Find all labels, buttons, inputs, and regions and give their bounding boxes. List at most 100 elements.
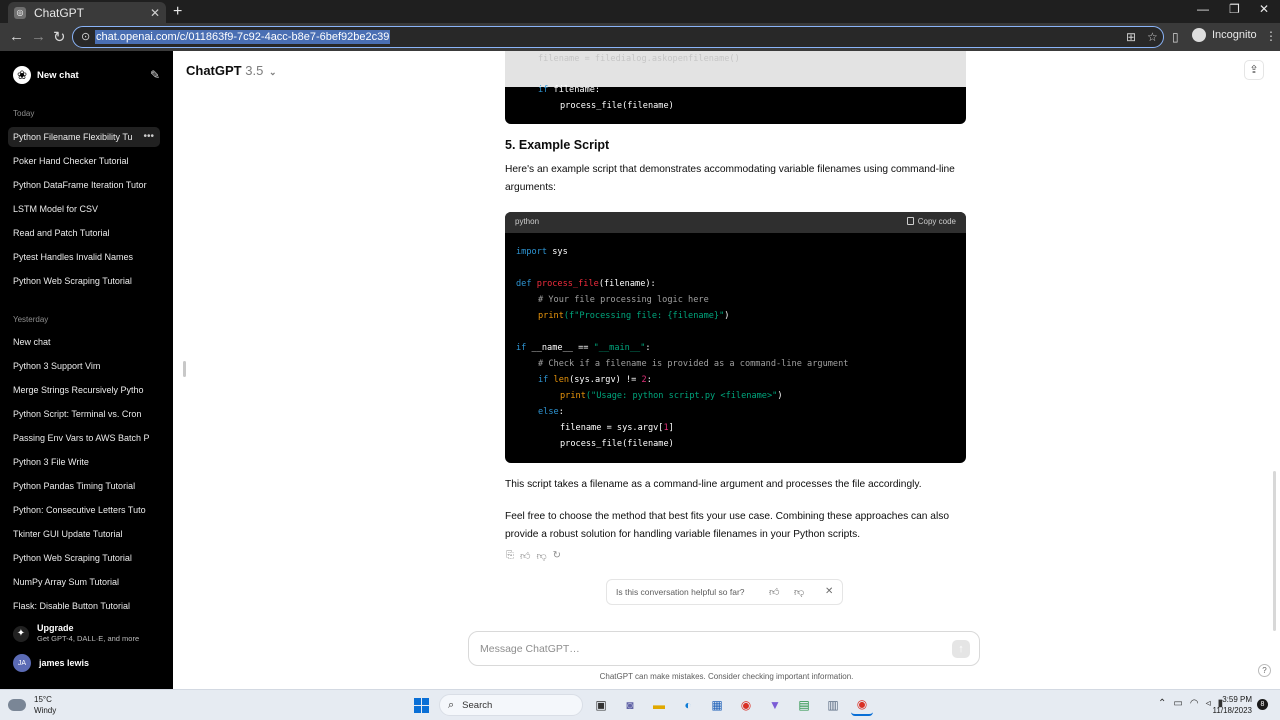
- chat-history-item[interactable]: Flask: Disable Button Tutorial: [8, 596, 160, 616]
- network-app-icon[interactable]: ▥: [822, 694, 844, 716]
- tab-title: ChatGPT: [34, 5, 85, 20]
- sparkle-icon: ✦: [13, 626, 29, 642]
- share-icon[interactable]: ⇪: [1244, 60, 1264, 80]
- chrome-icon[interactable]: ◉: [735, 694, 757, 716]
- chat-history-item[interactable]: Pytest Handles Invalid Names: [8, 247, 160, 267]
- intro-paragraph: Here's an example script that demonstrat…: [505, 164, 955, 193]
- chat-history-item[interactable]: Passing Env Vars to AWS Batch P: [8, 428, 160, 448]
- chat-history-item[interactable]: Read and Patch Tutorial: [8, 223, 160, 243]
- browser-toolbar: ← → ↻ ⊙ chat.openai.com/c/011863f9-7c92-…: [0, 23, 1280, 51]
- feedback-question: Is this conversation helpful so far?: [616, 587, 745, 597]
- new-chat-button[interactable]: ❀ New chat ✎: [8, 63, 160, 87]
- browser-tab-bar: ◎ ChatGPT ✕ + — ❐ ✕: [0, 0, 1280, 23]
- previous-code-block: filename = filedialog.askopenfilename() …: [505, 51, 966, 124]
- install-app-icon[interactable]: ⊞: [1126, 30, 1136, 44]
- incognito-icon: [1192, 28, 1206, 42]
- close-icon[interactable]: ✕: [825, 586, 833, 597]
- browser-menu-icon[interactable]: ⋮: [1265, 29, 1277, 43]
- chat-history-item[interactable]: Python Pandas Timing Tutorial: [8, 476, 160, 496]
- time: 3:59 PM: [1222, 695, 1252, 704]
- chat-history-item[interactable]: Tkinter GUI Update Tutorial: [8, 524, 160, 544]
- chat-history-item[interactable]: New chat: [8, 332, 160, 352]
- code-line: print("Usage: python script.py <filename…: [560, 391, 783, 401]
- chat-history-item[interactable]: Python 3 Support Vim: [8, 356, 160, 376]
- network-icon[interactable]: ▭: [1173, 698, 1182, 709]
- scrollbar[interactable]: [1273, 471, 1276, 631]
- code-line: # Check if a filename is provided as a c…: [538, 359, 849, 369]
- date: 11/18/2023: [1212, 706, 1252, 715]
- edit-new-chat-icon[interactable]: ✎: [150, 68, 160, 82]
- browser-tab[interactable]: ◎ ChatGPT ✕: [8, 2, 166, 23]
- window-close-icon[interactable]: ✕: [1259, 2, 1269, 16]
- wifi-icon[interactable]: ◠: [1190, 698, 1199, 709]
- chat-history-item[interactable]: Python Web Scraping Tutorial: [8, 271, 160, 291]
- incognito-indicator[interactable]: Incognito: [1192, 28, 1257, 42]
- chevron-down-icon: ⌄: [268, 67, 277, 77]
- sidebar-resize-handle[interactable]: [183, 361, 186, 377]
- more-options-icon[interactable]: •••: [139, 127, 154, 147]
- code-line: if len(sys.argv) != 2:: [538, 375, 652, 385]
- url-text[interactable]: chat.openai.com/c/011863f9-7c92-4acc-b8e…: [95, 30, 391, 44]
- search-label: Search: [462, 699, 493, 711]
- bookmark-star-icon[interactable]: ☆: [1147, 30, 1158, 44]
- chat-history-item[interactable]: Python: Consecutive Letters Tuto: [8, 500, 160, 520]
- notification-badge[interactable]: 8: [1257, 699, 1268, 710]
- chevron-up-icon[interactable]: ⌃: [1158, 698, 1166, 709]
- new-tab-icon[interactable]: +: [173, 3, 182, 21]
- chat-history-item[interactable]: LSTM Model for CSV: [8, 199, 160, 219]
- teams-chat-icon[interactable]: ◙: [619, 694, 641, 716]
- help-button[interactable]: ?: [1258, 664, 1271, 677]
- disclaimer-text: ChatGPT can make mistakes. Consider chec…: [599, 672, 854, 681]
- windows-logo-icon: [413, 697, 429, 713]
- thumbs-down-icon[interactable]: 👎︎: [536, 550, 546, 562]
- reload-icon[interactable]: ↻: [53, 28, 66, 46]
- model-selector[interactable]: ChatGPT 3.5 ⌄: [186, 63, 277, 78]
- close-tab-icon[interactable]: ✕: [150, 6, 160, 20]
- clock[interactable]: 3:59 PM 11/18/2023: [1210, 694, 1252, 716]
- side-panel-icon[interactable]: ▯: [1172, 30, 1179, 44]
- edge-icon[interactable]: ◐: [677, 694, 699, 716]
- chat-history-item[interactable]: NumPy Array Sum Tutorial: [8, 572, 160, 592]
- model-name: ChatGPT: [186, 63, 242, 78]
- message-input[interactable]: Message ChatGPT…: [480, 643, 580, 655]
- address-bar[interactable]: ⊙ chat.openai.com/c/011863f9-7c92-4acc-b…: [72, 26, 1164, 48]
- chat-history-item[interactable]: Python Script: Terminal vs. Cron: [8, 404, 160, 424]
- chrome-active-icon[interactable]: ◉: [851, 694, 873, 716]
- chat-history-item[interactable]: Python Web Scraping Tutorial: [8, 548, 160, 568]
- thumbs-down-icon[interactable]: 👎︎: [794, 586, 804, 598]
- back-icon[interactable]: ←: [9, 28, 24, 45]
- store-icon[interactable]: ▦: [706, 694, 728, 716]
- weather-condition: Windy: [34, 706, 57, 715]
- chat-history-item[interactable]: Python DataFrame Iteration Tutor: [8, 175, 160, 195]
- chat-history-item[interactable]: Python Filename Flexibility Tu •••: [8, 127, 160, 147]
- start-button[interactable]: [410, 694, 432, 716]
- file-explorer-icon[interactable]: ▬: [648, 694, 670, 716]
- code-line: filename = sys.argv[1]: [560, 423, 674, 433]
- regenerate-icon[interactable]: ↻: [553, 550, 561, 562]
- copy-code-button[interactable]: Copy code: [906, 217, 956, 226]
- thumbs-up-icon[interactable]: 👍︎: [520, 550, 530, 562]
- forward-icon[interactable]: →: [31, 28, 46, 45]
- group-label-today: Today: [13, 109, 35, 118]
- thumbs-up-icon[interactable]: 👍︎: [769, 586, 779, 598]
- copy-icon[interactable]: ⎘: [506, 550, 514, 562]
- minimize-icon[interactable]: —: [1197, 2, 1209, 16]
- upgrade-button[interactable]: ✦ Upgrade Get GPT-4, DALL·E, and more: [13, 623, 163, 647]
- message-composer[interactable]: Message ChatGPT… ↑: [468, 631, 980, 666]
- task-view-icon[interactable]: ▣: [590, 694, 612, 716]
- code-line: process_file(filename): [560, 101, 674, 111]
- chat-history-item[interactable]: Merge Strings Recursively Pytho: [8, 380, 160, 400]
- excel-icon[interactable]: ▤: [793, 694, 815, 716]
- code-language-label: python: [515, 217, 540, 226]
- weather-widget[interactable]: 15°C Windy: [8, 694, 56, 716]
- code-line: import sys: [516, 247, 568, 257]
- chat-history-item[interactable]: Python 3 File Write: [8, 452, 160, 472]
- chat-history-item[interactable]: Poker Hand Checker Tutorial: [8, 151, 160, 171]
- send-button[interactable]: ↑: [952, 640, 970, 658]
- taskbar-search[interactable]: ⌕ Search: [439, 694, 583, 716]
- code-line: filename = filedialog.askopenfilename(): [538, 54, 740, 64]
- site-info-icon[interactable]: ⊙: [81, 30, 90, 43]
- user-menu[interactable]: JA james lewis: [13, 653, 89, 673]
- maximize-icon[interactable]: ❐: [1229, 2, 1240, 16]
- vpn-icon[interactable]: ▼: [764, 694, 786, 716]
